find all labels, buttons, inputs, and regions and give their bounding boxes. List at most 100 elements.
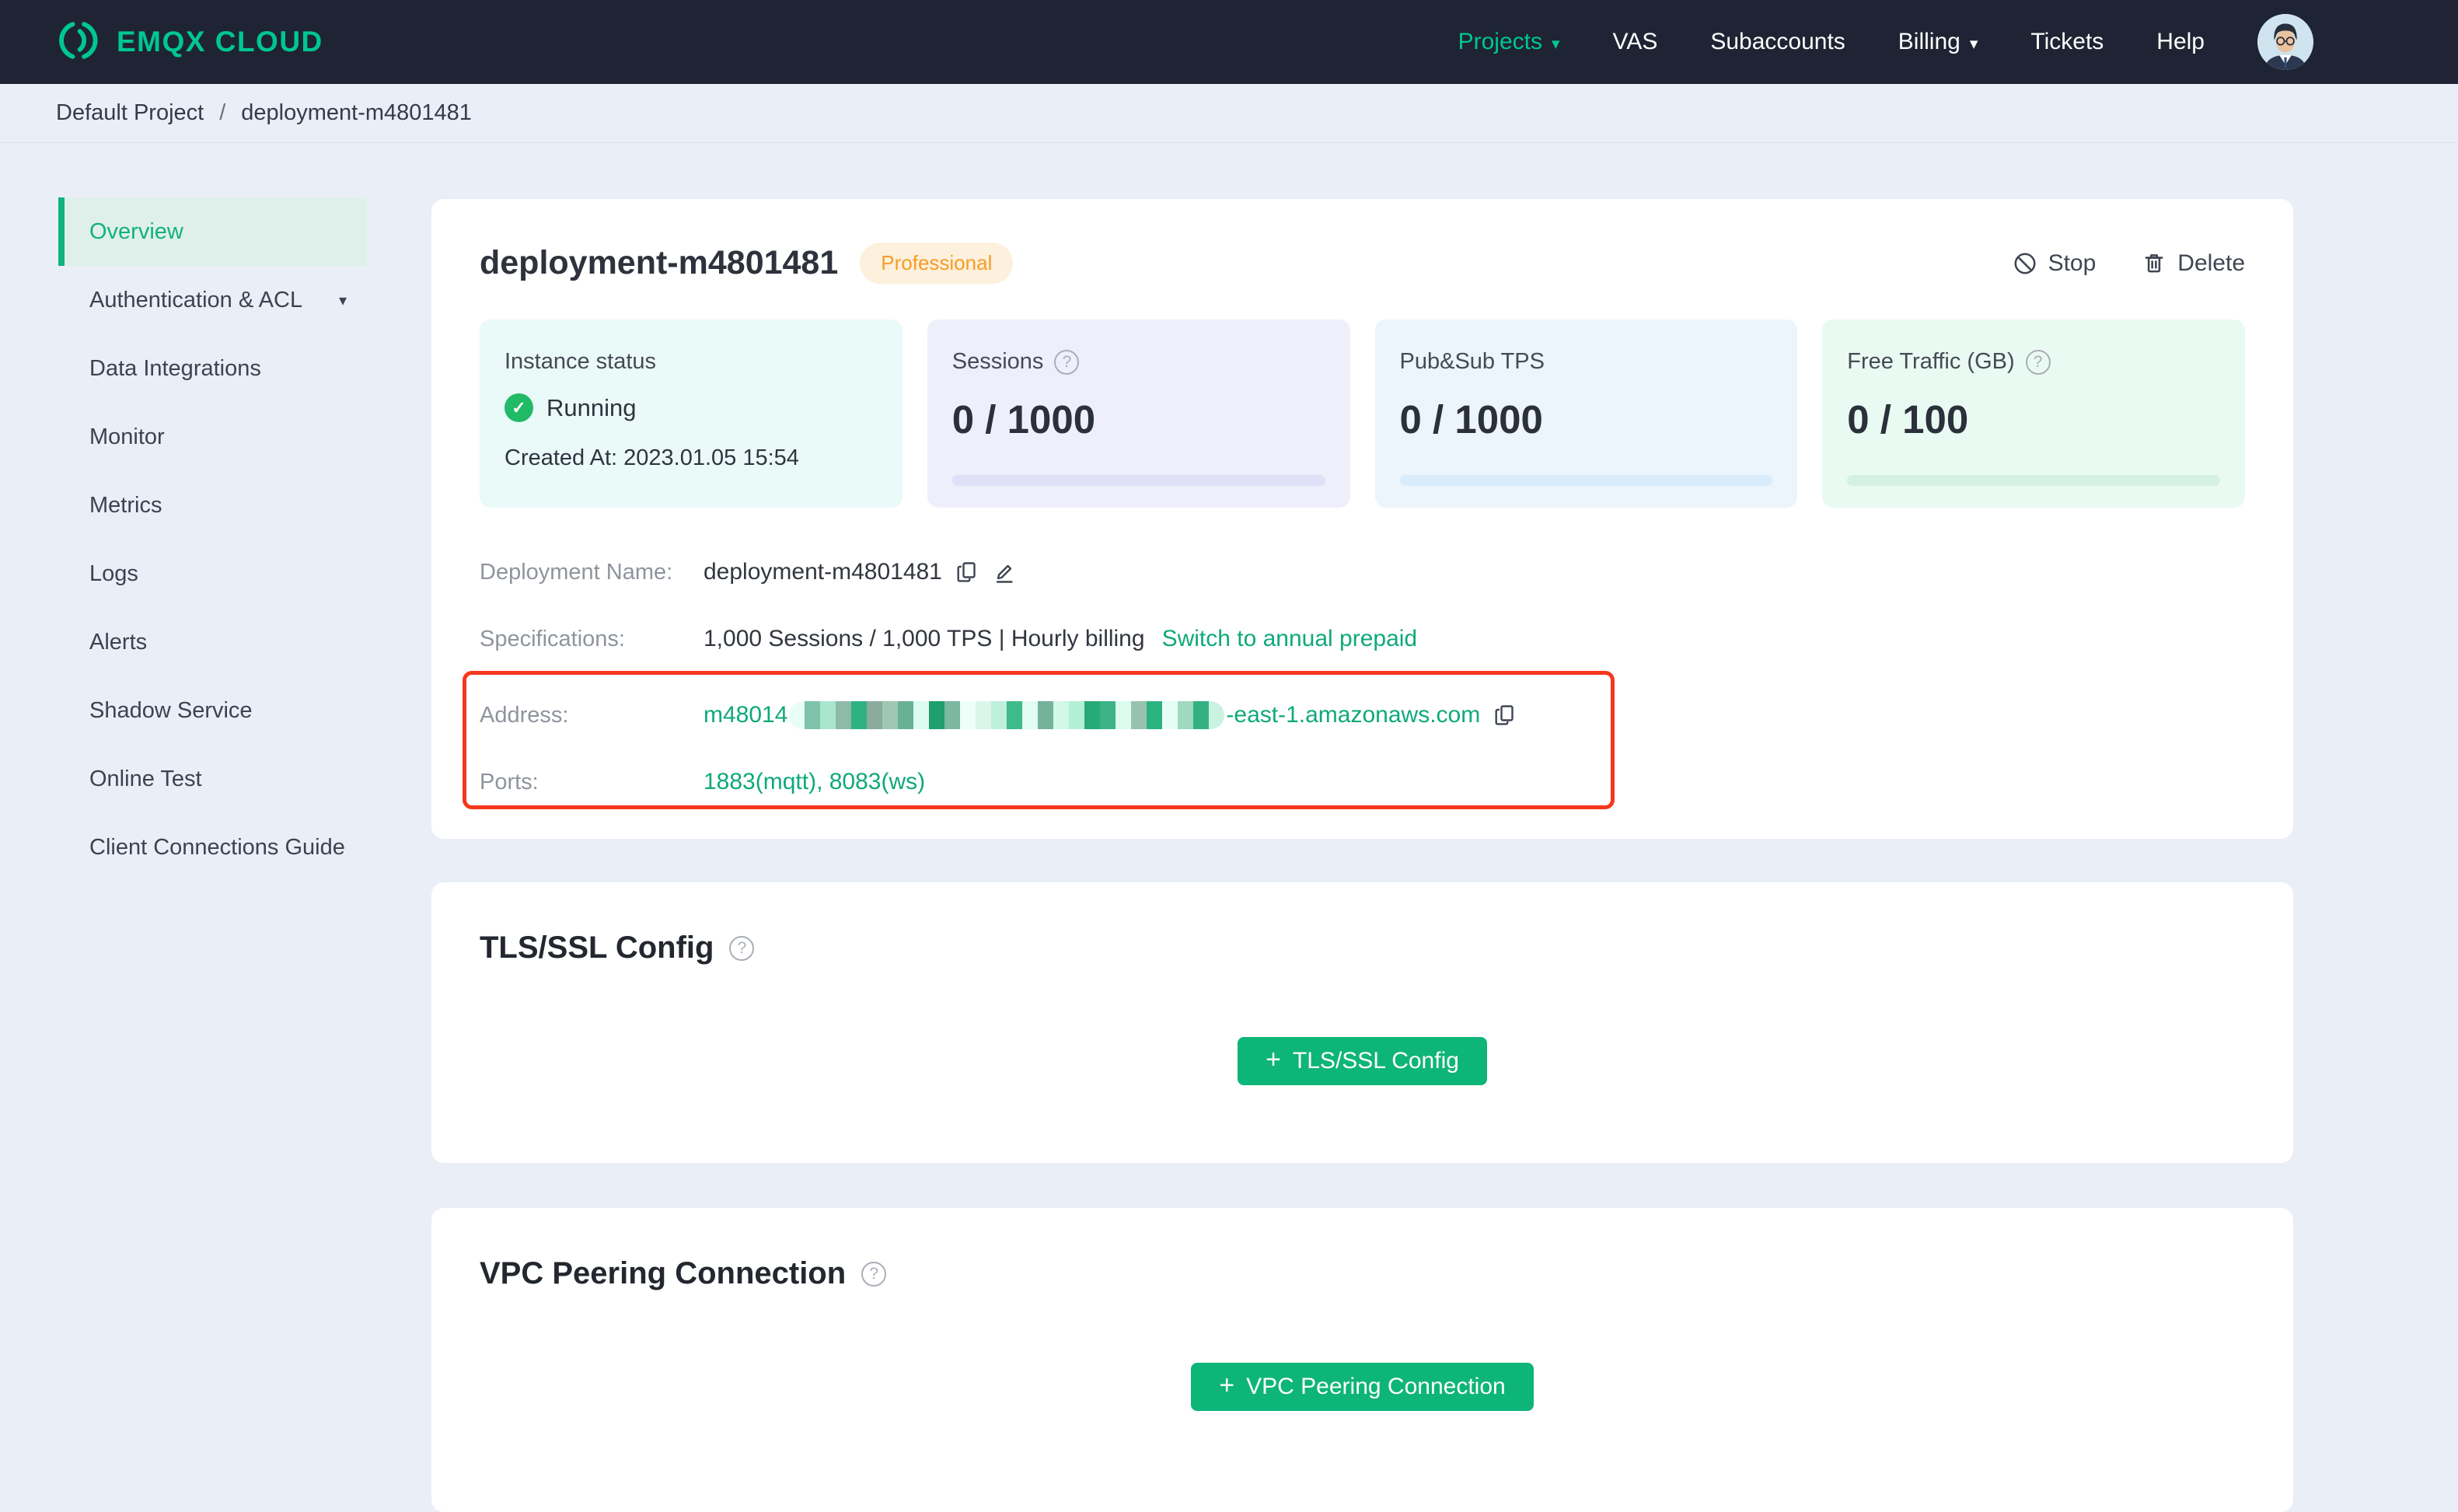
nav-item-vas[interactable]: VAS — [1613, 29, 1658, 55]
deployment-title: deployment-m4801481 — [480, 244, 839, 281]
metric-instance-status: Instance status ✓ Running Created At: 20… — [480, 320, 903, 508]
sidebar-item-label: Logs — [89, 560, 138, 586]
button-label: VPC Peering Connection — [1246, 1374, 1506, 1399]
help-icon[interactable]: ? — [861, 1261, 887, 1287]
redacted-block — [882, 701, 899, 729]
top-navigation: Projects ▾ VAS Subaccounts Billing ▾ Tic… — [1458, 14, 2313, 70]
metric-label: Free Traffic (GB) — [1847, 349, 2015, 374]
sidebar-item-monitor[interactable]: Monitor — [58, 403, 367, 471]
ports-label: Ports: — [480, 769, 539, 794]
copy-button[interactable] — [955, 560, 979, 585]
help-icon[interactable]: ? — [729, 935, 755, 961]
address-suffix: -east-1.amazonaws.com — [1226, 702, 1481, 728]
breadcrumb-separator: / — [219, 100, 226, 125]
plus-icon: + — [1219, 1371, 1235, 1400]
progress-bar — [951, 475, 1325, 486]
metric-free-traffic: Free Traffic (GB) ? 0 / 100 — [1822, 320, 2245, 508]
emqx-logo-icon — [54, 18, 100, 67]
stop-label: Stop — [2048, 250, 2097, 276]
metric-value: 0 / 1000 — [951, 397, 1096, 442]
pencil-icon — [996, 564, 1013, 583]
address-label: Address: — [480, 702, 569, 728]
nav-item-subaccounts[interactable]: Subaccounts — [1710, 29, 1845, 55]
redacted-block — [1084, 701, 1101, 729]
redacted-block — [1069, 701, 1085, 729]
metric-label: Pub&Sub TPS — [1399, 349, 1545, 374]
metric-value: 0 / 100 — [1847, 397, 1969, 442]
ports-row: Ports: 1883(mqtt), 8083(ws) — [480, 763, 2245, 801]
sidebar-item-label: Overview — [89, 218, 183, 244]
caret-down-icon: ▾ — [338, 292, 347, 309]
sidebar-item-client-connections-guide[interactable]: Client Connections Guide — [58, 813, 367, 882]
sidebar-item-label: Data Integrations — [89, 355, 261, 381]
metric-label: Sessions — [951, 349, 1044, 374]
redacted-block — [851, 701, 868, 729]
redacted-block — [991, 701, 1007, 729]
nav-label: Projects — [1458, 29, 1542, 54]
button-label: TLS/SSL Config — [1292, 1048, 1459, 1074]
redacted-block — [805, 701, 821, 729]
sidebar-item-online-test[interactable]: Online Test — [58, 745, 367, 813]
created-at: Created At: 2023.01.05 15:54 — [505, 445, 799, 470]
metric-cards: Instance status ✓ Running Created At: 20… — [480, 320, 2245, 508]
tls-ssl-config-card: TLS/SSL Config ? + TLS/SSL Config — [431, 882, 2293, 1163]
main-content: deployment-m4801481 Professional Stop De… — [431, 143, 2293, 1512]
redacted-block — [960, 701, 976, 729]
sidebar-item-shadow-service[interactable]: Shadow Service — [58, 676, 367, 745]
brand-name: EMQX CLOUD — [117, 26, 323, 58]
redacted-block — [1147, 701, 1163, 729]
copy-icon — [1495, 705, 1514, 725]
nav-item-help[interactable]: Help — [2156, 29, 2205, 55]
sidebar: Overview Authentication & ACL ▾ Data Int… — [0, 143, 367, 882]
metric-pubsub-tps: Pub&Sub TPS 0 / 1000 — [1374, 320, 1798, 508]
sidebar-item-authentication-acl[interactable]: Authentication & ACL ▾ — [58, 266, 367, 334]
sidebar-item-label: Metrics — [89, 492, 162, 518]
specifications-label: Specifications: — [480, 626, 625, 651]
stop-icon — [2014, 253, 2036, 274]
brand-logo[interactable]: EMQX CLOUD — [54, 18, 323, 67]
nav-label: Help — [2156, 29, 2205, 54]
address-ports-group: Address: m48014 -east-1.amazonaws.com Po… — [463, 671, 2245, 809]
redacted-block — [1162, 701, 1178, 729]
help-icon[interactable]: ? — [1054, 349, 1080, 375]
sidebar-item-metrics[interactable]: Metrics — [58, 471, 367, 540]
trash-icon — [2145, 253, 2163, 272]
sidebar-item-alerts[interactable]: Alerts — [58, 608, 367, 676]
nav-item-billing[interactable]: Billing ▾ — [1898, 29, 1978, 55]
redacted-block — [1007, 701, 1023, 729]
copy-address-button[interactable] — [1493, 703, 1517, 728]
nav-label: Tickets — [2030, 29, 2104, 54]
tls-ssl-config-title: TLS/SSL Config — [480, 931, 714, 965]
nav-item-tickets[interactable]: Tickets — [2030, 29, 2104, 55]
edit-name-button[interactable] — [992, 560, 1017, 585]
progress-bar — [1399, 475, 1773, 486]
redacted-block — [898, 701, 914, 729]
user-avatar[interactable] — [2257, 14, 2313, 70]
add-vpc-peering-connection-button[interactable]: + VPC Peering Connection — [1191, 1363, 1534, 1411]
delete-button[interactable]: Delete — [2141, 250, 2245, 277]
sidebar-item-logs[interactable]: Logs — [58, 540, 367, 608]
topbar: EMQX CLOUD Projects ▾ VAS Subaccounts Bi… — [0, 0, 2458, 84]
switch-to-annual-prepaid-link[interactable]: Switch to annual prepaid — [1162, 626, 1418, 652]
redacted-block — [1038, 701, 1054, 729]
breadcrumb-project[interactable]: Default Project — [56, 100, 204, 126]
nav-item-projects[interactable]: Projects ▾ — [1458, 29, 1560, 55]
metric-sessions: Sessions ? 0 / 1000 — [927, 320, 1350, 508]
status-text: Running — [546, 393, 637, 421]
redacted-block — [1022, 701, 1039, 729]
progress-bar — [1847, 475, 2220, 486]
redacted-block — [929, 701, 945, 729]
redacted-block — [913, 701, 930, 729]
sidebar-item-data-integrations[interactable]: Data Integrations — [58, 334, 367, 403]
stop-button[interactable]: Stop — [2012, 250, 2097, 277]
deployment-name-label: Deployment Name: — [480, 559, 673, 585]
redacted-block — [944, 701, 961, 729]
redacted-block — [820, 701, 836, 729]
deployment-name-row: Deployment Name: deployment-m4801481 — [480, 553, 2245, 592]
help-icon[interactable]: ? — [2025, 349, 2051, 375]
add-tls-ssl-config-button[interactable]: + TLS/SSL Config — [1238, 1037, 1487, 1085]
caret-down-icon: ▾ — [1551, 34, 1560, 53]
sidebar-item-label: Online Test — [89, 766, 202, 791]
sidebar-item-overview[interactable]: Overview — [58, 197, 367, 266]
redacted-block — [1178, 701, 1194, 729]
